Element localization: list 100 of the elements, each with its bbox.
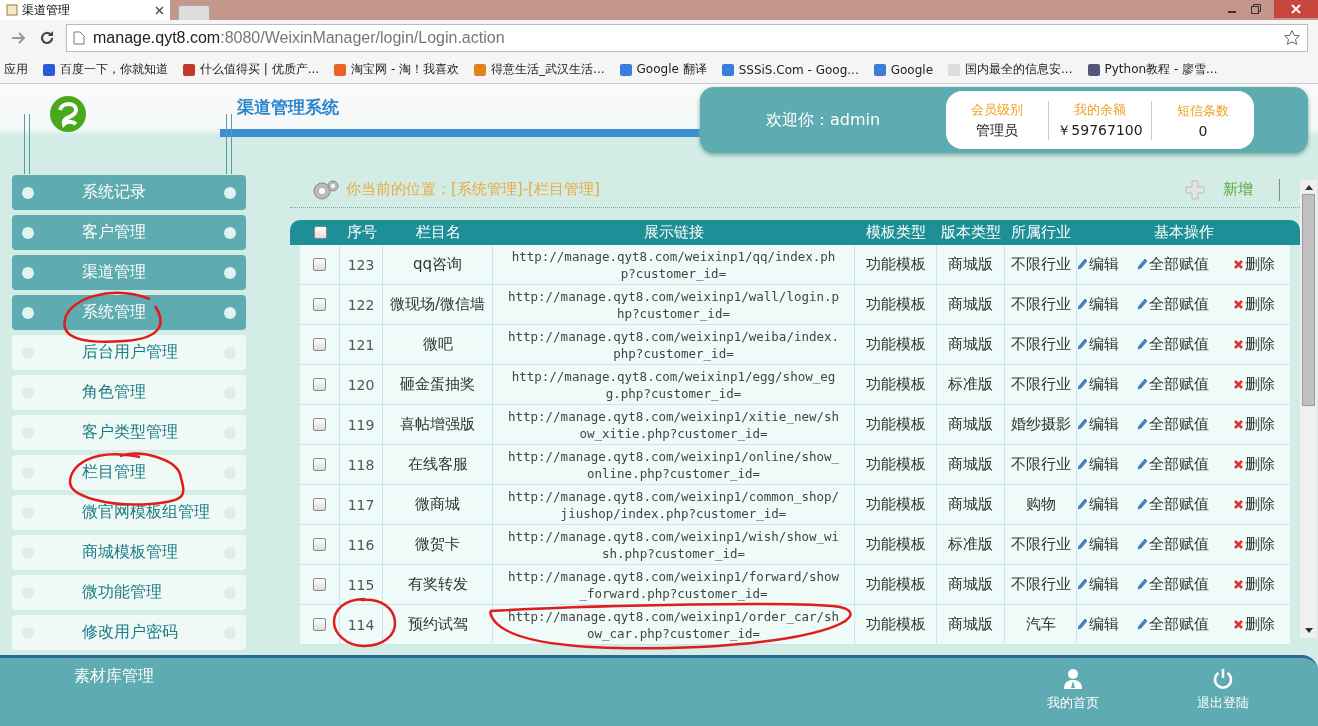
table-cell: 微贺卡 <box>383 525 493 564</box>
bookmark-link[interactable]: 国内最全的信息安... <box>947 61 1073 78</box>
delete-icon <box>1233 259 1244 270</box>
bookmark-star-icon[interactable] <box>1283 29 1301 47</box>
action-link[interactable]: 编辑 <box>1077 615 1137 634</box>
row-checkbox[interactable] <box>313 618 326 631</box>
table-cell: 购物 <box>1005 485 1077 524</box>
table-cell: 不限行业 <box>1005 445 1077 484</box>
action-link[interactable]: 删除 <box>1233 575 1275 594</box>
row-checkbox[interactable] <box>313 298 326 311</box>
action-link[interactable]: 编辑 <box>1077 455 1137 474</box>
scroll-down-icon[interactable] <box>1304 628 1313 634</box>
pencil-icon <box>1137 458 1148 471</box>
sidebar-item[interactable]: 商城模板管理 <box>12 535 246 570</box>
action-link[interactable]: 删除 <box>1233 375 1275 394</box>
pencil-icon <box>1077 258 1088 271</box>
pencil-icon <box>1137 618 1148 631</box>
pencil-icon <box>1137 258 1148 271</box>
table-cell: 标准版 <box>937 525 1005 564</box>
action-link[interactable]: 删除 <box>1233 535 1275 554</box>
breadcrumb: 你当前的位置：[系统管理]-[栏目管理] <box>346 180 600 199</box>
action-link[interactable]: 编辑 <box>1077 335 1137 354</box>
action-link[interactable]: 全部赋值 <box>1137 295 1233 314</box>
action-link[interactable]: 编辑 <box>1077 255 1137 274</box>
close-icon[interactable] <box>155 5 164 15</box>
bookmark-link[interactable]: Google 翻译 <box>618 61 707 78</box>
action-link[interactable]: 全部赋值 <box>1137 255 1233 274</box>
address-bar[interactable]: manage.qyt8.com:8080/WeixinManager/login/Login.action <box>66 24 1308 52</box>
page-icon <box>73 31 85 45</box>
pencil-icon <box>1077 378 1088 391</box>
bookmark-icon <box>473 62 488 77</box>
action-link[interactable]: 编辑 <box>1077 495 1137 514</box>
row-checkbox[interactable] <box>313 498 326 511</box>
link-cell: http://manage.qyt8.com/weixinp1/common_shop/jiushop/index.php?customer_id= <box>493 485 855 524</box>
action-link[interactable]: 全部赋值 <box>1137 375 1233 394</box>
action-link[interactable]: 删除 <box>1233 255 1275 274</box>
action-link[interactable]: 全部赋值 <box>1137 455 1233 474</box>
scroll-up-icon[interactable] <box>1304 184 1313 190</box>
row-checkbox[interactable] <box>313 378 326 391</box>
bookmark-link[interactable]: Google <box>872 62 934 77</box>
action-link[interactable]: 编辑 <box>1077 575 1137 594</box>
pencil-icon <box>1077 578 1088 591</box>
sidebar-item[interactable]: 角色管理 <box>12 375 246 410</box>
system-title: 渠道管理系统 <box>237 96 340 119</box>
sidebar-item[interactable]: 修改用户密码 <box>12 615 246 650</box>
row-checkbox[interactable] <box>313 338 326 351</box>
action-link[interactable]: 删除 <box>1233 335 1275 354</box>
table-cell: 不限行业 <box>1005 565 1077 604</box>
action-link[interactable]: 编辑 <box>1077 535 1137 554</box>
table-cell: 婚纱摄影 <box>1005 405 1077 444</box>
table-cell: 功能模板 <box>855 525 937 564</box>
bookmark-link[interactable]: 什么值得买 | 优质产... <box>182 61 320 78</box>
action-link[interactable]: 删除 <box>1233 415 1275 434</box>
row-checkbox[interactable] <box>313 538 326 551</box>
scrollbar[interactable] <box>1300 180 1317 638</box>
bookmark-link[interactable]: 得意生活_武汉生活... <box>473 61 605 78</box>
action-link[interactable]: 编辑 <box>1077 295 1137 314</box>
sidebar-item[interactable]: 微功能管理 <box>12 575 246 610</box>
bookmark-link[interactable]: 淘宝网 - 淘！我喜欢 <box>333 61 460 78</box>
row-checkbox[interactable] <box>313 578 326 591</box>
row-checkbox[interactable] <box>313 258 326 271</box>
column-header: 版本类型 <box>940 223 1002 242</box>
restore-icon[interactable] <box>1250 3 1262 15</box>
page-icon <box>6 4 18 16</box>
bookmark-link[interactable]: SSSiS.Com - Goog... <box>720 62 859 77</box>
table-cell: 微吧 <box>383 325 493 364</box>
row-checkbox[interactable] <box>313 458 326 471</box>
forward-icon[interactable] <box>10 30 28 46</box>
action-link[interactable]: 全部赋值 <box>1137 335 1233 354</box>
action-link[interactable]: 删除 <box>1233 495 1275 514</box>
action-link[interactable]: 全部赋值 <box>1137 495 1233 514</box>
pencil-icon <box>1077 618 1088 631</box>
sidebar-item[interactable]: 栏目管理 <box>12 455 246 490</box>
table-cell: 123 <box>340 245 383 284</box>
bookmark-link[interactable]: 应用 <box>4 61 28 78</box>
window-close-button[interactable] <box>1274 0 1318 18</box>
table-cell: 商城版 <box>937 245 1005 284</box>
power-icon <box>1212 668 1234 690</box>
pencil-icon <box>1137 418 1148 431</box>
reload-icon[interactable] <box>38 29 56 47</box>
action-link[interactable]: 全部赋值 <box>1137 535 1233 554</box>
action-link[interactable]: 全部赋值 <box>1137 615 1233 634</box>
table-cell: 商城版 <box>937 285 1005 324</box>
action-link[interactable]: 删除 <box>1233 455 1275 474</box>
bookmark-icon <box>947 62 962 77</box>
bookmark-link[interactable]: 百度一下，你就知道 <box>42 61 168 78</box>
action-link[interactable]: 删除 <box>1233 615 1275 634</box>
sidebar-item[interactable]: 后台用户管理 <box>12 335 246 370</box>
action-link[interactable]: 全部赋值 <box>1137 415 1233 434</box>
sidebar-item[interactable]: 客户类型管理 <box>12 415 246 450</box>
action-link[interactable]: 全部赋值 <box>1137 575 1233 594</box>
column-header: 模板类型 <box>865 223 927 242</box>
row-checkbox[interactable] <box>313 418 326 431</box>
action-link[interactable]: 删除 <box>1233 295 1275 314</box>
action-link[interactable]: 编辑 <box>1077 415 1137 434</box>
select-all-checkbox[interactable] <box>313 226 327 239</box>
action-link[interactable]: 编辑 <box>1077 375 1137 394</box>
bookmark-link[interactable]: Python教程 - 廖雪... <box>1086 61 1218 78</box>
stat-label: 我的余额 <box>1074 100 1126 119</box>
browser-tab[interactable]: 渠道管理 <box>0 0 170 20</box>
